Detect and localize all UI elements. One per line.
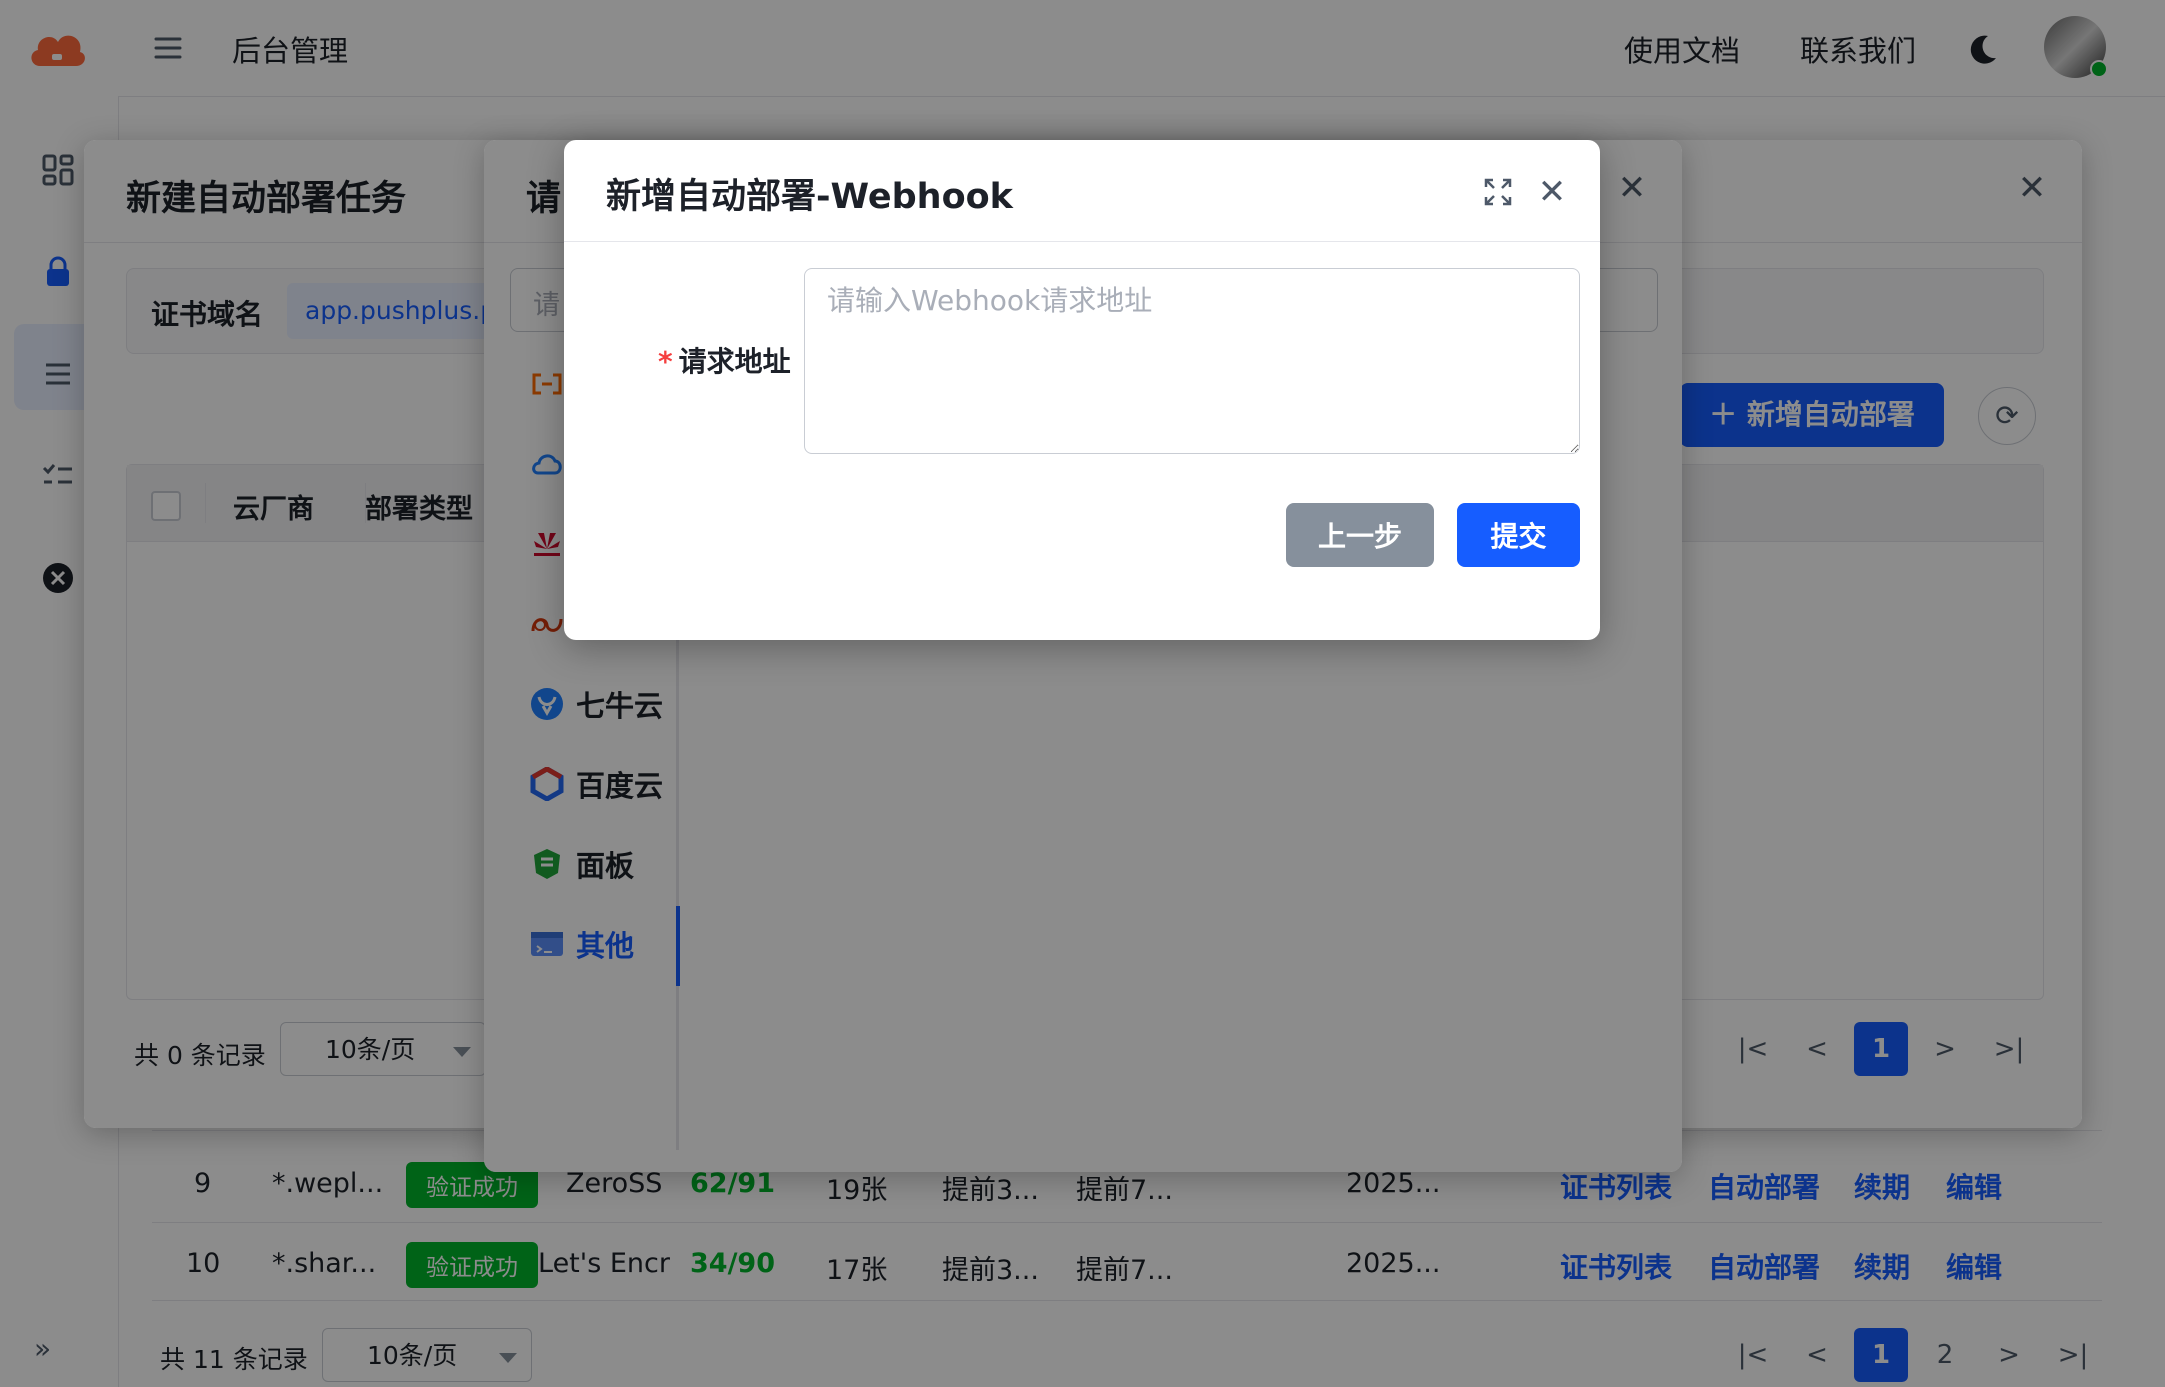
webhook-modal: 新增自动部署-Webhook ✕ *请求地址 上一步 提交 <box>564 140 1600 640</box>
fullscreen-icon[interactable] <box>1480 174 1516 210</box>
required-mark: * <box>658 345 673 378</box>
previous-step-button[interactable]: 上一步 <box>1286 503 1434 567</box>
modal-title: 新增自动部署-Webhook <box>606 177 1013 217</box>
submit-button[interactable]: 提交 <box>1457 503 1580 567</box>
field-label: 请求地址 <box>678 345 791 378</box>
webhook-url-textarea[interactable] <box>804 268 1580 454</box>
divider <box>564 241 1600 242</box>
request-url-label: * 请求地址 <box>658 340 791 380</box>
close-icon[interactable]: ✕ <box>1532 172 1572 212</box>
